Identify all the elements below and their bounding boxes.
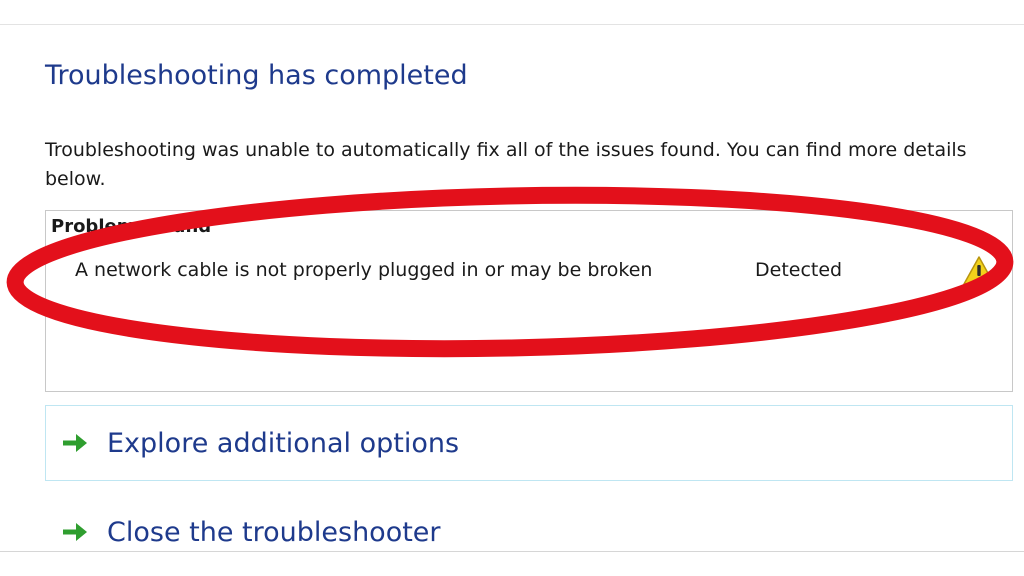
- problems-heading: Problems found: [51, 216, 212, 237]
- bottom-divider: [0, 551, 1024, 552]
- result-description: Troubleshooting was unable to automatica…: [45, 139, 967, 190]
- close-troubleshooter-link[interactable]: Close the troubleshooter: [45, 494, 1013, 570]
- troubleshooter-window: Troubleshooting has completed Troublesho…: [0, 0, 1024, 576]
- explore-options-label: Explore additional options: [107, 427, 460, 459]
- green-arrow-icon: [63, 434, 87, 452]
- problem-row[interactable]: A network cable is not properly plugged …: [46, 255, 1012, 289]
- problems-found-panel: Problems found A network cable is not pr…: [45, 210, 1013, 392]
- warning-icon: [963, 256, 995, 285]
- problem-description: A network cable is not properly plugged …: [75, 259, 653, 281]
- problem-status: Detected: [755, 259, 843, 281]
- explore-additional-options-link[interactable]: Explore additional options: [45, 405, 1013, 481]
- green-arrow-icon: [63, 523, 87, 541]
- close-troubleshooter-label: Close the troubleshooter: [107, 516, 441, 548]
- page-title: Troubleshooting has completed: [45, 60, 468, 91]
- top-divider: [0, 24, 1024, 25]
